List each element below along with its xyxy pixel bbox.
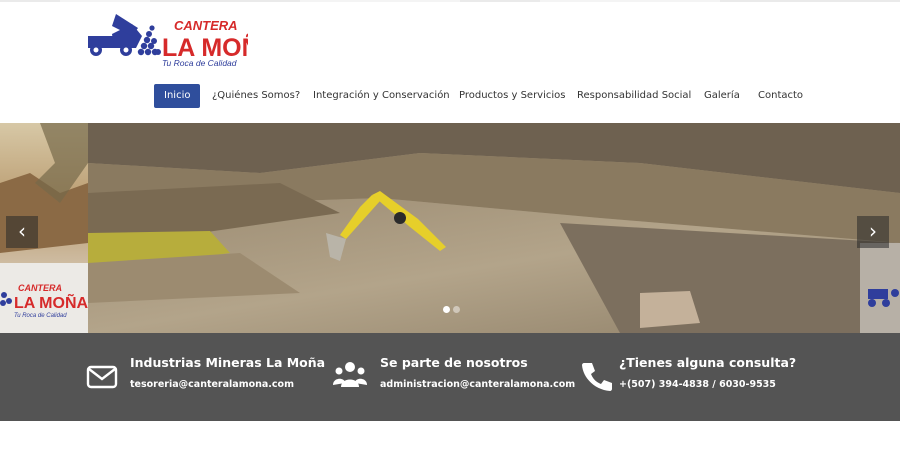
contact-title: Industrias Mineras La Moña: [130, 355, 326, 370]
contact-band: Industrias Mineras La Moña tesoreria@can…: [0, 333, 900, 421]
quarry-photo: CANTERA LA MOÑA Tu Roca de Calidad: [0, 123, 900, 333]
nav-item-quienes-somos[interactable]: ¿Quiénes Somos?: [212, 84, 300, 108]
excavator-truck-icon: CANTERA LA MOÑA Tu Roca de Calidad: [88, 14, 278, 68]
nav-item-responsabilidad[interactable]: Responsabilidad Social: [577, 84, 691, 108]
slider-dot-2[interactable]: [453, 306, 460, 313]
page-bottom: [0, 421, 900, 450]
site-logo[interactable]: CANTERA LA MOÑA Tu Roca de Calidad: [86, 14, 278, 72]
contact-phone-link[interactable]: +(507) 394-4838 / 6030-9535: [619, 379, 776, 390]
site-header: CANTERA LA MOÑA Tu Roca de Calidad Inici…: [0, 2, 900, 123]
contact-title: ¿Tienes alguna consulta?: [619, 355, 797, 370]
contact-email-link[interactable]: tesoreria@canteralamona.com: [130, 379, 294, 390]
svg-text:LA MOÑA: LA MOÑA: [14, 292, 89, 312]
hero-slider: CANTERA LA MOÑA Tu Roca de Calidad: [0, 123, 900, 333]
nav-item-productos[interactable]: Productos y Servicios: [459, 84, 565, 108]
slider-next-button[interactable]: ›: [857, 216, 889, 248]
nav-item-galeria[interactable]: Galería: [704, 84, 740, 108]
phone-icon: [582, 363, 612, 391]
svg-text:Tu Roca de Calidad: Tu Roca de Calidad: [14, 313, 67, 319]
chevron-right-icon: ›: [869, 219, 877, 243]
chevron-left-icon: ‹: [18, 219, 26, 243]
svg-text:CANTERA: CANTERA: [18, 283, 62, 293]
nav-item-inicio[interactable]: Inicio: [154, 84, 201, 108]
nav-item-contacto[interactable]: Contacto: [758, 84, 803, 108]
contact-email-link[interactable]: administracion@canteralamona.com: [380, 379, 575, 390]
slider-dot-1[interactable]: [443, 306, 450, 313]
slider-prev-button[interactable]: ‹: [6, 216, 38, 248]
users-icon: [333, 362, 367, 387]
nav-item-integracion[interactable]: Integración y Conservación: [313, 84, 450, 108]
contact-title: Se parte de nosotros: [380, 355, 528, 370]
svg-text:CANTERA: CANTERA: [174, 18, 238, 33]
envelope-icon: [86, 365, 118, 389]
svg-text:Tu Roca de Calidad: Tu Roca de Calidad: [162, 58, 237, 68]
